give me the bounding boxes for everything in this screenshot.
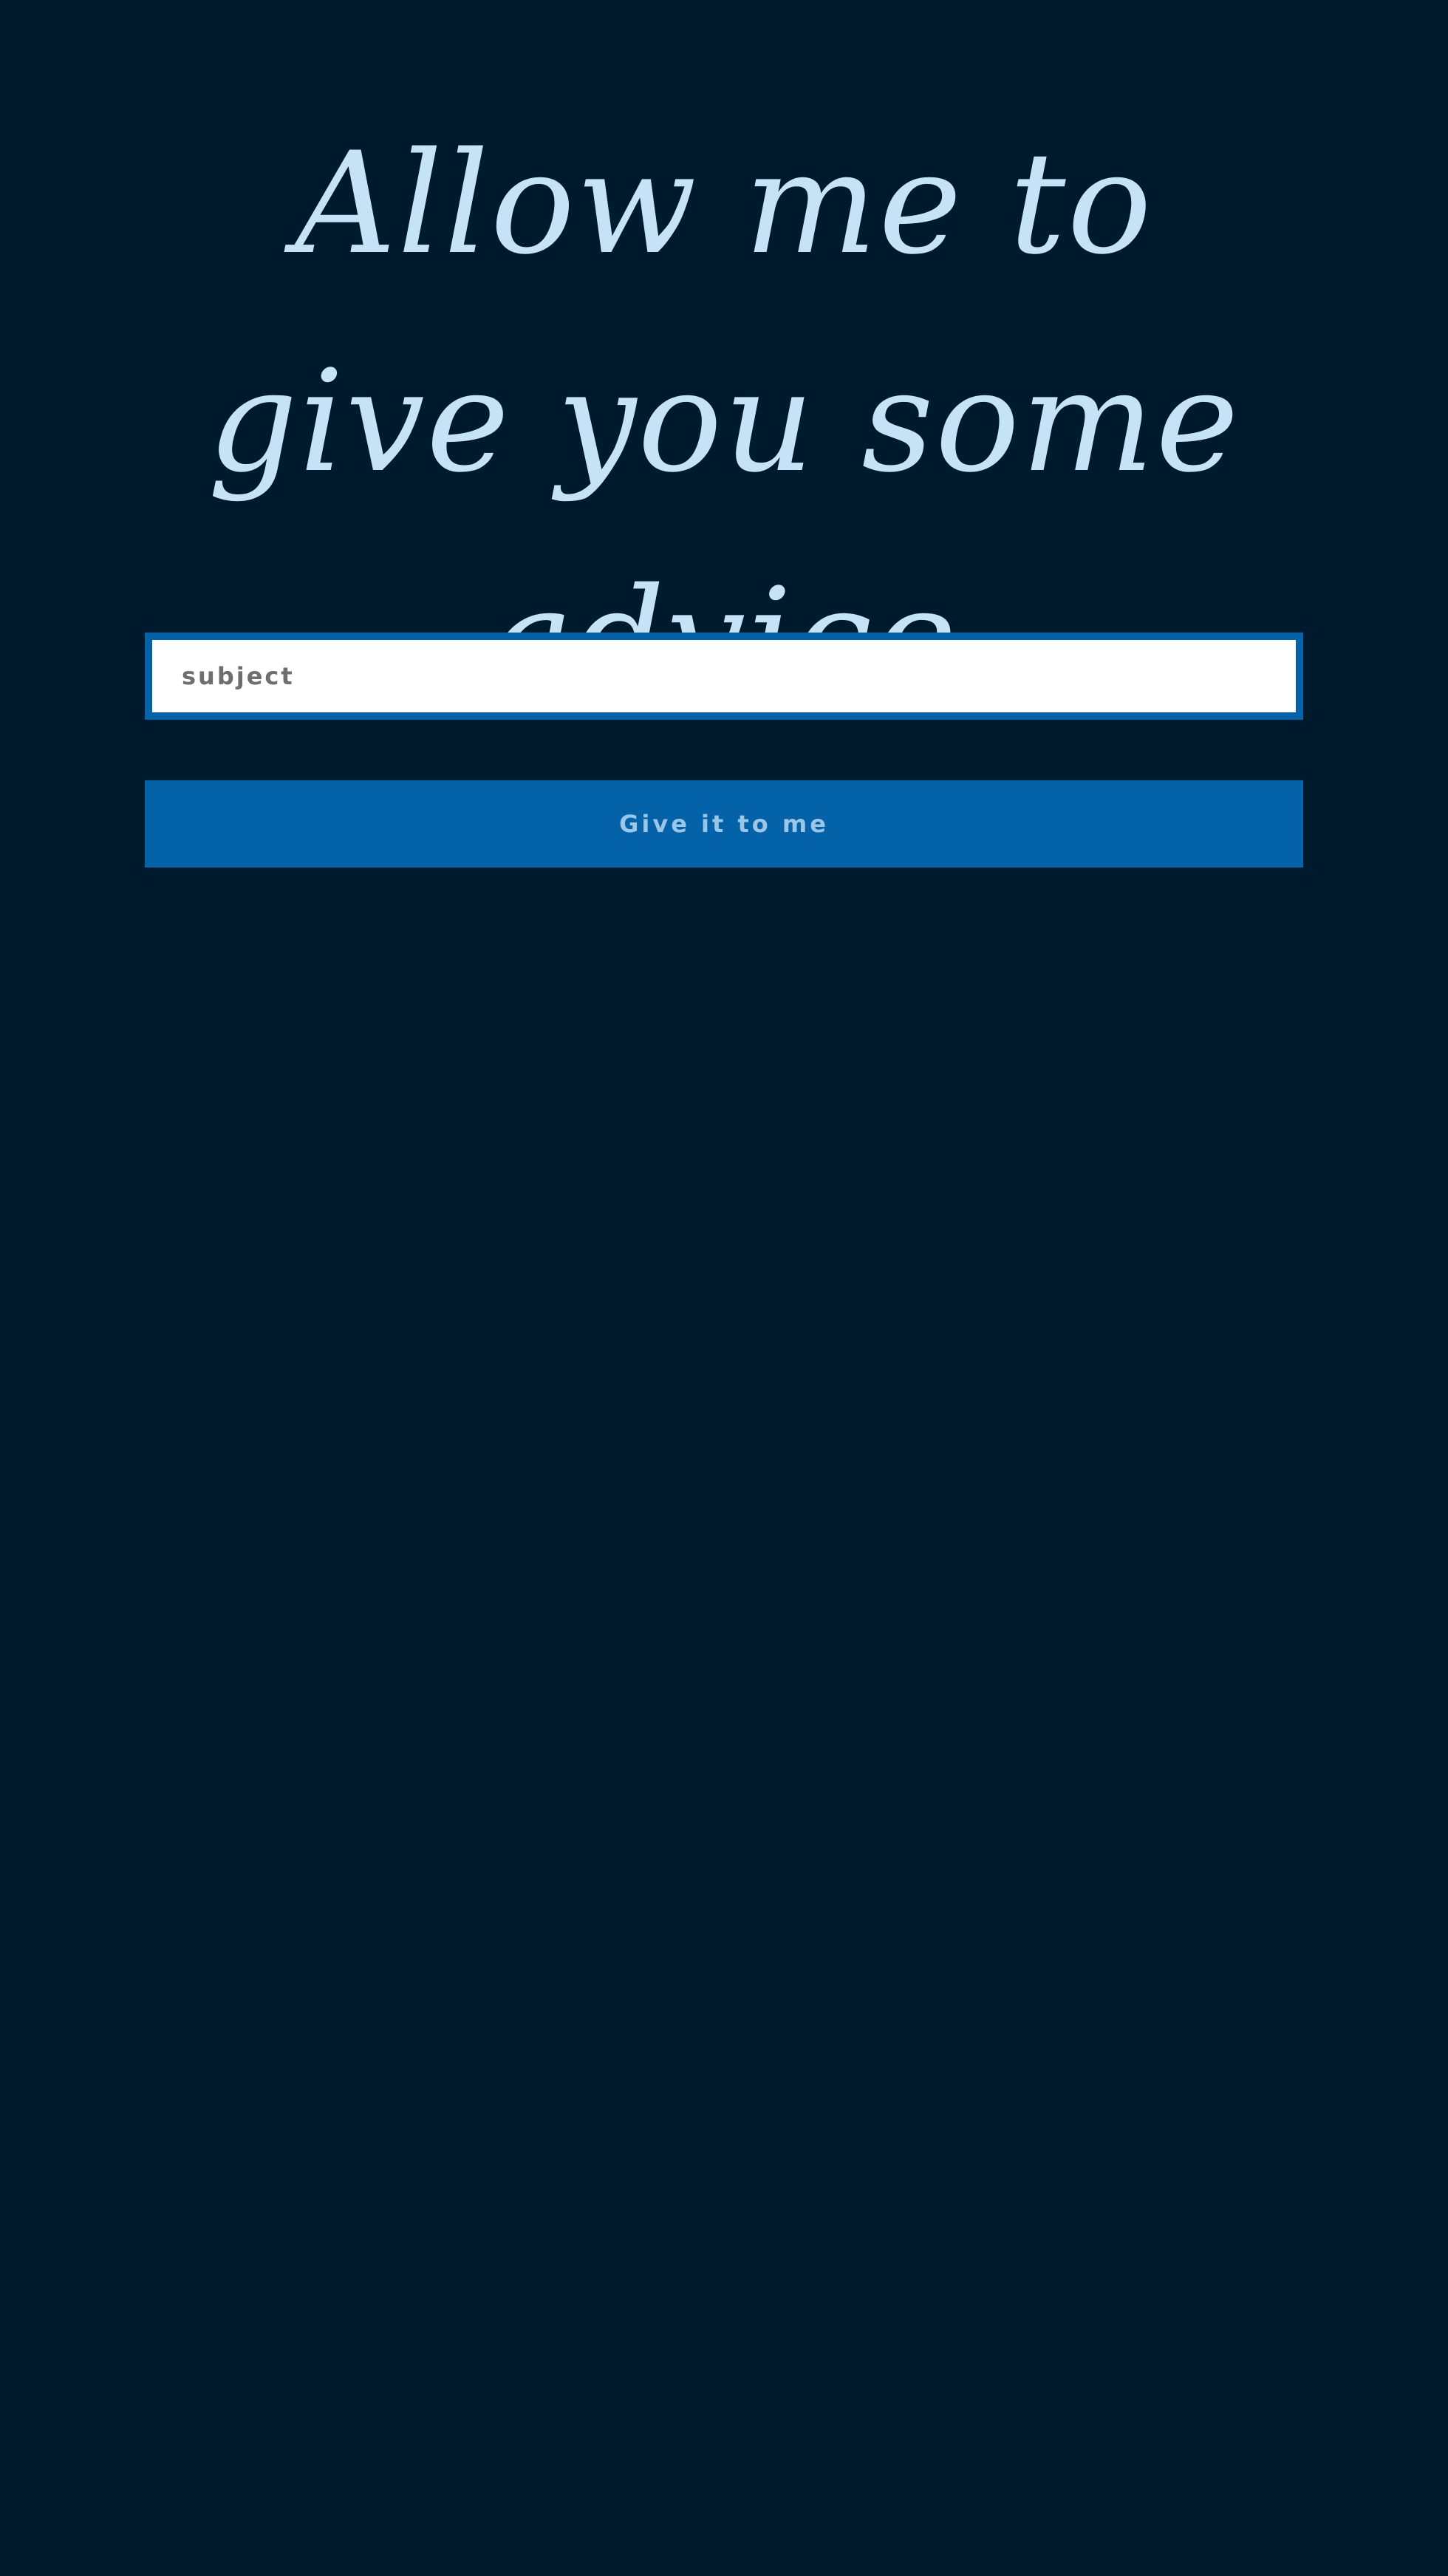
give-it-to-me-button[interactable]: Give it to me bbox=[145, 780, 1303, 868]
subject-input[interactable] bbox=[145, 633, 1303, 720]
advice-page: Allow me to give you some advice Give it… bbox=[0, 0, 1448, 2576]
